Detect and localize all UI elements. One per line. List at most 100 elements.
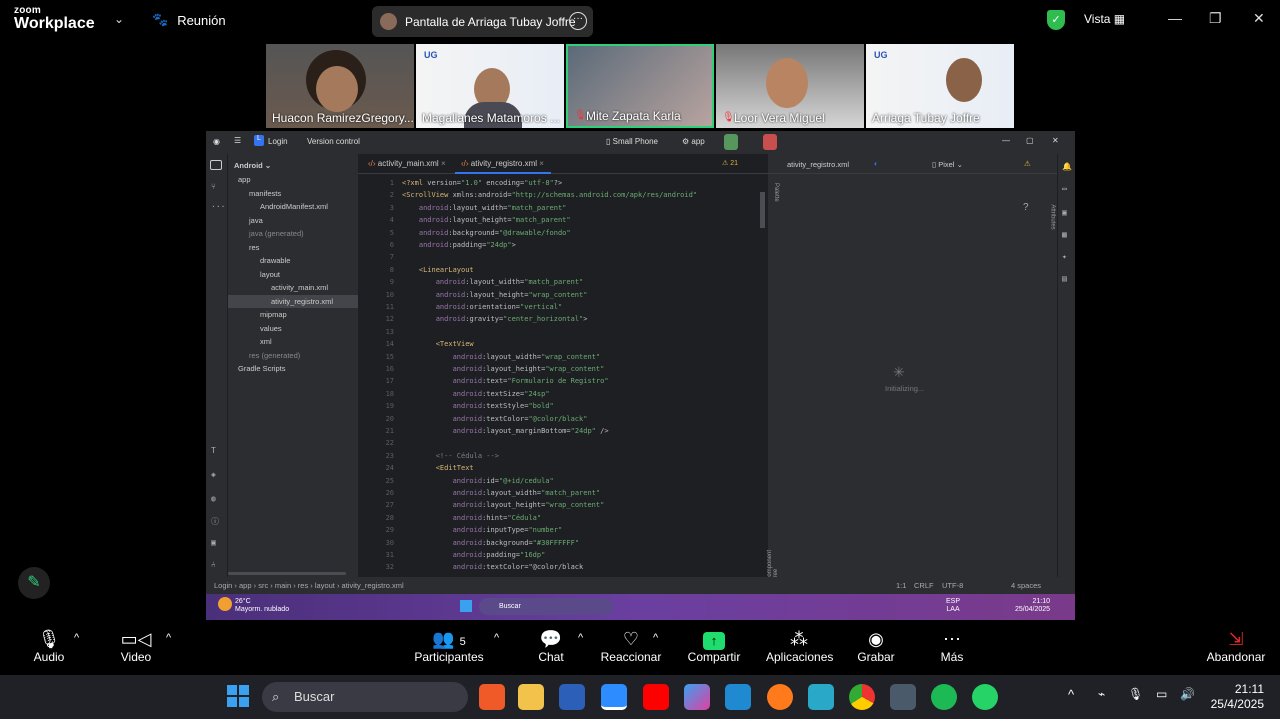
line-separator[interactable]: CRLF: [914, 577, 934, 594]
chat-button[interactable]: 💬 Chat: [530, 628, 572, 664]
close-icon[interactable]: ✕: [1253, 10, 1265, 27]
chevron-up-icon[interactable]: ^: [74, 632, 79, 644]
project-name[interactable]: Login: [268, 137, 288, 146]
restore-icon[interactable]: ❐: [1209, 10, 1222, 27]
video-tile[interactable]: Loor Vera Miguel 🎙: [716, 44, 864, 128]
volume-icon[interactable]: 🔊: [1180, 687, 1195, 701]
view-mode-selector[interactable]: Android ⌄: [234, 161, 271, 170]
vertical-scrollbar[interactable]: [760, 192, 765, 228]
warnings-indicator[interactable]: ⚠ 21: [722, 159, 738, 167]
chrome-icon[interactable]: [849, 684, 875, 710]
chevron-up-icon[interactable]: ^: [578, 632, 583, 644]
windows-start-icon[interactable]: [227, 685, 249, 707]
spotify-icon[interactable]: [931, 684, 957, 710]
attributes-tool[interactable]: Attributes: [1050, 204, 1056, 229]
video-tile[interactable]: Huacon RamirezGregory...: [266, 44, 414, 128]
code-line[interactable]: android:layout_height="wrap_content": [402, 499, 605, 511]
code-line[interactable]: android:layout_height="wrap_content": [402, 289, 588, 301]
code-line[interactable]: <TextView: [402, 338, 474, 350]
android-tool-icon[interactable]: ◍: [211, 494, 216, 503]
remote-clock[interactable]: 21:10 25/04/2025: [1015, 598, 1050, 614]
code-line[interactable]: android:textStyle="bold": [402, 400, 554, 412]
chevron-up-icon[interactable]: ^: [1068, 687, 1074, 702]
word-icon[interactable]: [559, 684, 585, 710]
tab-activity-main[interactable]: ‹/› activity_main.xml ×: [362, 154, 452, 174]
warning-icon[interactable]: ⚠: [1024, 159, 1031, 168]
minimize-icon[interactable]: —: [1002, 136, 1010, 145]
git-tool-icon[interactable]: ⑃: [211, 560, 216, 569]
leave-button[interactable]: ⇲ Abandonar: [1206, 628, 1266, 664]
code-line[interactable]: android:layout_marginBottom="24dp" />: [402, 425, 609, 437]
tree-item[interactable]: AndroidManifest.xml: [260, 200, 328, 213]
video-tile[interactable]: UG Arriaga Tubay Joffre: [866, 44, 1014, 128]
code-line[interactable]: android:orientation="vertical": [402, 301, 562, 313]
clock[interactable]: 21:11 25/4/2025: [1211, 682, 1264, 712]
more-button[interactable]: ⋯ Más: [934, 628, 970, 664]
commit-tool-icon[interactable]: ⑂: [211, 182, 216, 191]
close-tab-icon[interactable]: ×: [441, 159, 446, 168]
tree-item[interactable]: manifests: [249, 187, 281, 200]
meeting-button[interactable]: 🐾 Reunión: [152, 12, 226, 28]
code-line[interactable]: android:inputType="number": [402, 524, 563, 536]
audio-button[interactable]: 🎙 Audio: [28, 628, 70, 664]
firefox-icon[interactable]: [767, 684, 793, 710]
main-menu-icon[interactable]: ☰: [234, 136, 241, 145]
microphone-icon[interactable]: 🎙: [1128, 687, 1143, 701]
problems-tool-icon[interactable]: ⓘ: [211, 516, 219, 527]
running-devices-icon[interactable]: ▣: [1062, 208, 1067, 217]
cursor-position[interactable]: 1:1: [896, 577, 906, 594]
code-line[interactable]: android:textColor="@color/black": [402, 413, 588, 425]
code-line[interactable]: android:gravity="center_horizontal">: [402, 313, 588, 325]
chevron-up-icon[interactable]: ^: [166, 632, 171, 644]
whatsapp-icon[interactable]: [972, 684, 998, 710]
code-line[interactable]: android:textSize="24sp": [402, 388, 550, 400]
windows-start-icon[interactable]: [460, 600, 472, 612]
network-icon[interactable]: ⌁: [1098, 687, 1105, 701]
code-line[interactable]: android:padding="16dp": [402, 549, 546, 561]
chevron-up-icon[interactable]: ^: [494, 632, 499, 644]
share-button[interactable]: ↑ Compartir: [686, 628, 742, 664]
code-line[interactable]: android:padding="24dp">: [402, 239, 516, 251]
video-tile-active[interactable]: Mite Zapata Karla 🎙: [566, 44, 714, 128]
palette-tool[interactable]: Palette: [771, 183, 779, 202]
vscode-icon[interactable]: [725, 684, 751, 710]
code-line[interactable]: android:background="@drawable/fondo": [402, 227, 571, 239]
weather-widget[interactable]: 26°C Mayorm. nublado: [235, 598, 289, 614]
build-tool-icon[interactable]: T: [211, 446, 216, 455]
preview-file-selector[interactable]: ativity_registro.xml: [787, 160, 849, 169]
chevron-down-icon[interactable]: ⌄: [114, 12, 124, 26]
tree-item[interactable]: mipmap: [260, 308, 287, 321]
code-line[interactable]: android:layout_height="match_parent": [402, 214, 571, 226]
tree-item[interactable]: app: [238, 173, 251, 186]
file-icon[interactable]: ▤: [1062, 274, 1067, 283]
tree-item[interactable]: activity_main.xml: [271, 281, 328, 294]
tree-item[interactable]: res: [249, 241, 259, 254]
zoom-app-icon[interactable]: [601, 684, 627, 710]
tree-item[interactable]: ativity_registro.xml: [228, 294, 358, 308]
code-line[interactable]: android:textColor="@color/black: [402, 561, 584, 573]
encoding[interactable]: UTF-8: [942, 577, 963, 594]
tree-item[interactable]: Gradle Scripts: [238, 362, 286, 375]
code-line[interactable]: <?xml version="1.0" encoding="utf-8"?>: [402, 177, 562, 189]
minimize-icon[interactable]: —: [1168, 10, 1182, 26]
tree-item[interactable]: values: [260, 322, 282, 335]
taskbar-search[interactable]: ⌕ Buscar: [262, 682, 468, 712]
device-selector[interactable]: ▯ Small Phone: [606, 137, 658, 146]
tree-item[interactable]: layout: [260, 268, 280, 281]
code-line[interactable]: <ScrollView xmlns:android="http://schema…: [402, 189, 697, 201]
close-tab-icon[interactable]: ×: [539, 159, 544, 168]
close-icon[interactable]: ✕: [1052, 136, 1059, 145]
record-button[interactable]: ◉ Grabar: [856, 628, 896, 664]
app-icon[interactable]: [808, 684, 834, 710]
terminal-tool-icon[interactable]: ▣: [211, 538, 216, 547]
annotate-pen-icon[interactable]: ✎: [18, 567, 50, 599]
code-line[interactable]: android:background="#30FFFFFF": [402, 537, 579, 549]
brave-icon[interactable]: [479, 684, 505, 710]
code-line[interactable]: android:id="@+id/cedula": [402, 475, 554, 487]
device-manager-icon[interactable]: ▭: [1062, 184, 1067, 193]
display-icon[interactable]: ▭: [1156, 687, 1167, 701]
stop-button[interactable]: [763, 134, 777, 150]
code-line[interactable]: android:layout_width="match_parent": [402, 487, 601, 499]
version-control-menu[interactable]: Version control: [307, 137, 360, 146]
apps-button[interactable]: ⁂ Aplicaciones: [766, 628, 833, 664]
